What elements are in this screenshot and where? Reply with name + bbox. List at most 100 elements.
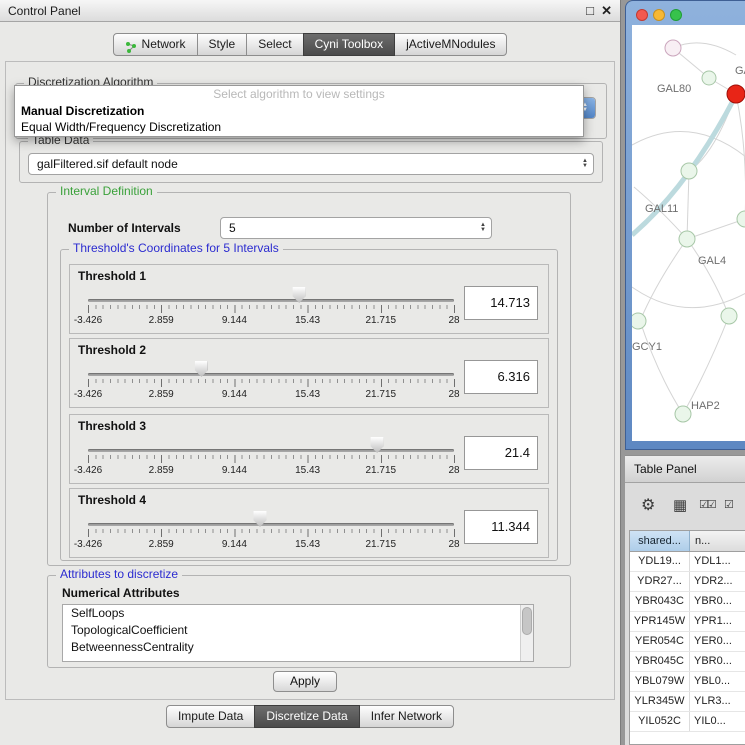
algorithm-option-manual[interactable]: Manual Discretization — [15, 103, 583, 119]
slider-scale: -3.4262.8599.14415.4321.71528 — [88, 539, 454, 551]
tab-cyni-toolbox[interactable]: Cyni Toolbox — [303, 33, 395, 56]
scale-label: -3.426 — [74, 315, 102, 326]
tab-jactivemnodules[interactable]: jActiveMNodules — [394, 33, 507, 56]
slider-major-ticks — [88, 379, 455, 387]
threshold-1-value-field[interactable]: 14.713 — [464, 286, 538, 320]
table-cell[interactable]: YDL19... — [630, 552, 690, 571]
tab-infer-network-label: Infer Network — [371, 706, 442, 727]
network-node[interactable] — [721, 308, 737, 324]
tab-network[interactable]: Network — [113, 33, 198, 56]
table-cell[interactable]: YLR3... — [690, 692, 745, 711]
window-title: Control Panel — [8, 4, 81, 18]
table-cell[interactable]: YER054C — [630, 632, 690, 651]
tab-discretize-data[interactable]: Discretize Data — [254, 705, 359, 728]
node-label-hap2: HAP2 — [691, 400, 720, 412]
gear-icon[interactable]: ⚙ — [641, 495, 655, 515]
table-cell[interactable]: YBR0... — [690, 652, 745, 671]
network-node-red[interactable] — [727, 85, 745, 103]
threshold-1-slider[interactable]: -3.4262.8599.14415.4321.71528 — [88, 285, 454, 331]
table-cell[interactable]: YPR145W — [630, 612, 690, 631]
table-row[interactable]: YER054CYER0... — [630, 632, 745, 652]
apply-button[interactable]: Apply — [273, 671, 337, 692]
slider-major-ticks — [88, 455, 455, 463]
table-cell[interactable]: YBL079W — [630, 672, 690, 691]
network-node[interactable] — [665, 40, 681, 56]
network-node[interactable] — [632, 313, 646, 329]
table-cell[interactable]: YPR1... — [690, 612, 745, 631]
table-row[interactable]: YLR345WYLR3... — [630, 692, 745, 712]
table-cell[interactable]: YDR27... — [630, 572, 690, 591]
table-cell[interactable]: YDR2... — [690, 572, 745, 591]
network-tab-icon — [125, 39, 137, 51]
threshold-2-value-field[interactable]: 6.316 — [464, 360, 538, 394]
network-canvas[interactable]: GAL80 GA GAL11 GAL4 GCY1 HAP2 — [632, 25, 745, 441]
network-node[interactable] — [737, 211, 745, 227]
table-cell[interactable]: YBR0... — [690, 592, 745, 611]
slider-track[interactable] — [88, 449, 454, 452]
tab-impute-data[interactable]: Impute Data — [166, 705, 255, 728]
table-cell[interactable]: YER0... — [690, 632, 745, 651]
threshold-3-slider[interactable]: -3.4262.8599.14415.4321.71528 — [88, 435, 454, 481]
numerical-attributes-label: Numerical Attributes — [62, 586, 180, 600]
scale-label: 15.43 — [295, 465, 320, 476]
node-table: shared... n... YDL19...YDL1... YDR27...Y… — [629, 530, 745, 745]
columns-icon[interactable]: ▦ — [673, 496, 687, 514]
tab-style[interactable]: Style — [197, 33, 248, 56]
close-window-icon[interactable]: ✕ — [601, 3, 612, 19]
table-row[interactable]: YDR27...YDR2... — [630, 572, 745, 592]
numerical-attributes-list: SelfLoops TopologicalCoefficient Between… — [62, 604, 534, 662]
table-cell[interactable]: YBR043C — [630, 592, 690, 611]
tab-cyni-toolbox-label: Cyni Toolbox — [315, 34, 383, 55]
select-all-checks-icon[interactable]: ☑☑ — [699, 498, 715, 511]
scale-label: 15.43 — [295, 389, 320, 400]
attributes-scrollbar[interactable] — [520, 605, 533, 661]
table-cell[interactable]: YBL0... — [690, 672, 745, 691]
algorithm-option-equal-width[interactable]: Equal Width/Frequency Discretization — [15, 119, 583, 135]
table-cell[interactable]: YIL052C — [630, 712, 690, 731]
threshold-3-value-field[interactable]: 21.4 — [464, 436, 538, 470]
float-window-icon[interactable]: □ — [586, 3, 594, 18]
scale-label: 28 — [448, 389, 459, 400]
threshold-4-label: Threshold 4 — [78, 493, 146, 507]
table-row[interactable]: YIL052CYIL0... — [630, 712, 745, 732]
tab-select[interactable]: Select — [246, 33, 303, 56]
slider-track[interactable] — [88, 523, 454, 526]
table-cell[interactable]: YBR045C — [630, 652, 690, 671]
attribute-item-topologicalcoefficient[interactable]: TopologicalCoefficient — [63, 622, 533, 639]
network-node[interactable] — [681, 163, 697, 179]
scale-label: 2.859 — [149, 539, 174, 550]
attributes-scrollbar-thumb[interactable] — [522, 607, 532, 635]
table-row[interactable]: YBR045CYBR0... — [630, 652, 745, 672]
table-cell[interactable]: YDL1... — [690, 552, 745, 571]
table-data-combo[interactable]: galFiltered.sif default node ▲▼ — [28, 153, 594, 175]
tab-infer-network[interactable]: Infer Network — [359, 705, 454, 728]
scale-label: 2.859 — [149, 465, 174, 476]
threshold-2-slider[interactable]: -3.4262.8599.14415.4321.71528 — [88, 359, 454, 405]
table-cell[interactable]: YLR345W — [630, 692, 690, 711]
algorithm-popup: Select algorithm to view settings Manual… — [14, 85, 584, 137]
table-cell[interactable]: YIL0... — [690, 712, 745, 731]
column-header-shared-name[interactable]: shared... — [630, 531, 690, 551]
check-icon[interactable]: ☑ — [724, 498, 734, 511]
window-close-traffic-icon[interactable] — [636, 9, 648, 21]
slider-track[interactable] — [88, 373, 454, 376]
network-node[interactable] — [702, 71, 716, 85]
number-of-intervals-value: 5 — [221, 221, 475, 235]
threshold-4-slider[interactable]: -3.4262.8599.14415.4321.71528 — [88, 509, 454, 555]
number-of-intervals-combo[interactable]: 5 ▲▼ — [220, 217, 492, 239]
table-row[interactable]: YBR043CYBR0... — [630, 592, 745, 612]
network-node[interactable] — [679, 231, 695, 247]
network-node[interactable] — [675, 406, 691, 422]
table-row[interactable]: YBL079WYBL0... — [630, 672, 745, 692]
threshold-1-label: Threshold 1 — [78, 269, 146, 283]
slider-track[interactable] — [88, 299, 454, 302]
window-minimize-traffic-icon[interactable] — [653, 9, 665, 21]
table-row[interactable]: YPR145WYPR1... — [630, 612, 745, 632]
attribute-item-betweennesscentrality[interactable]: BetweennessCentrality — [63, 639, 533, 656]
attribute-item-selfloops[interactable]: SelfLoops — [63, 605, 533, 622]
table-row[interactable]: YDL19...YDL1... — [630, 552, 745, 572]
tab-impute-data-label: Impute Data — [178, 706, 243, 727]
window-zoom-traffic-icon[interactable] — [670, 9, 682, 21]
threshold-4-value-field[interactable]: 11.344 — [464, 510, 538, 544]
column-header-name[interactable]: n... — [690, 531, 745, 551]
